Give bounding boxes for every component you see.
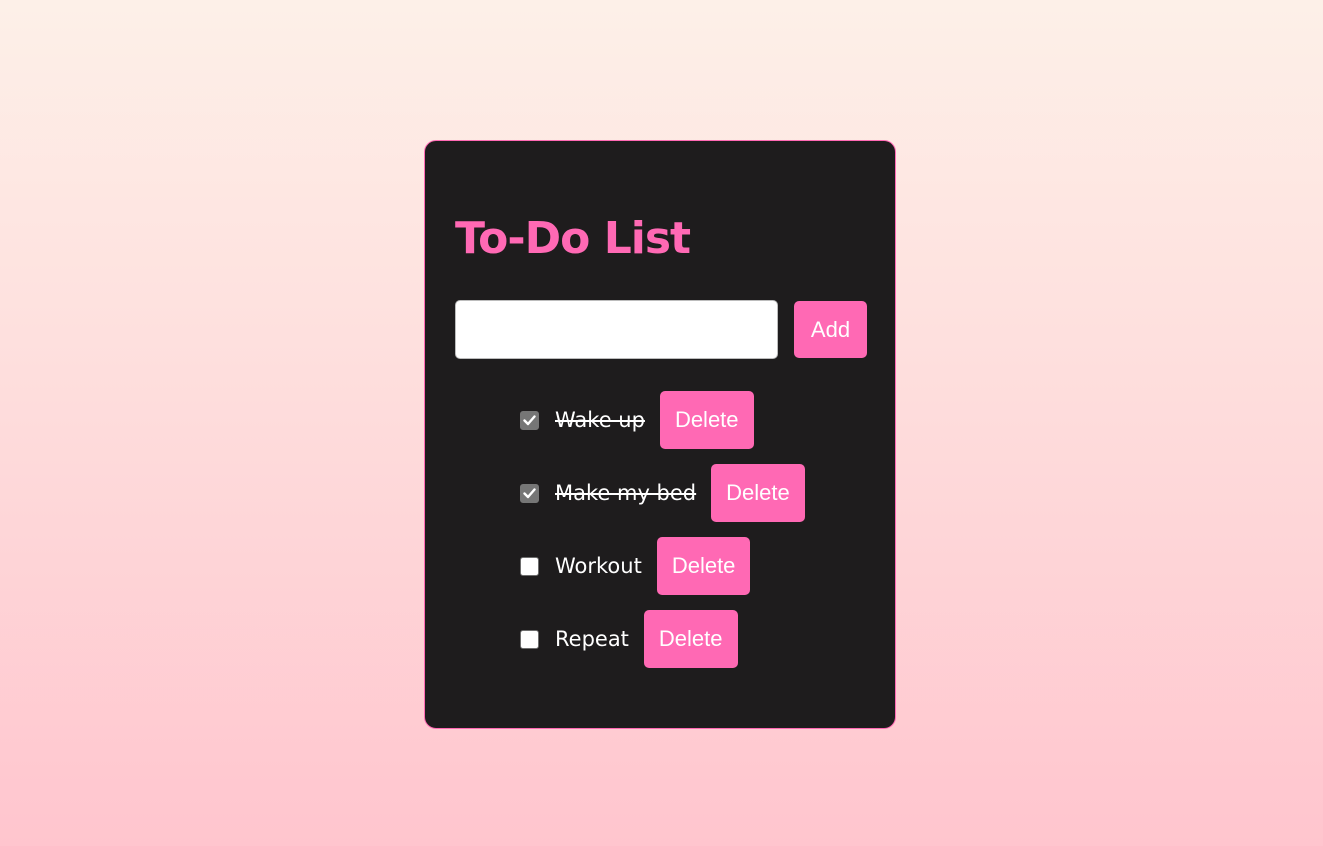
task-item: Repeat Delete (520, 610, 805, 668)
task-text: Repeat (555, 627, 629, 651)
task-text: Workout (555, 554, 642, 578)
delete-button[interactable]: Delete (659, 391, 754, 449)
task-checkbox[interactable] (520, 629, 539, 649)
task-text: Make my bed (555, 481, 697, 505)
new-task-input[interactable] (455, 300, 778, 359)
task-text: Wake up (555, 408, 645, 432)
checkmark-icon (523, 487, 536, 498)
add-button[interactable]: Add (794, 301, 867, 358)
page-title: To-Do List (455, 213, 691, 264)
task-checkbox[interactable] (520, 483, 539, 503)
delete-button[interactable]: Delete (711, 464, 805, 522)
task-checkbox[interactable] (520, 556, 539, 576)
todo-card: To-Do List Add Wake up Delete Make my be… (424, 140, 896, 729)
task-checkbox[interactable] (520, 410, 539, 430)
delete-button[interactable]: Delete (643, 610, 738, 668)
delete-button[interactable]: Delete (656, 537, 751, 595)
task-item: Make my bed Delete (520, 464, 805, 522)
task-list: Wake up Delete Make my bed Delete Workou… (520, 391, 805, 683)
checkmark-icon (523, 414, 536, 425)
task-item: Workout Delete (520, 537, 805, 595)
task-item: Wake up Delete (520, 391, 805, 449)
